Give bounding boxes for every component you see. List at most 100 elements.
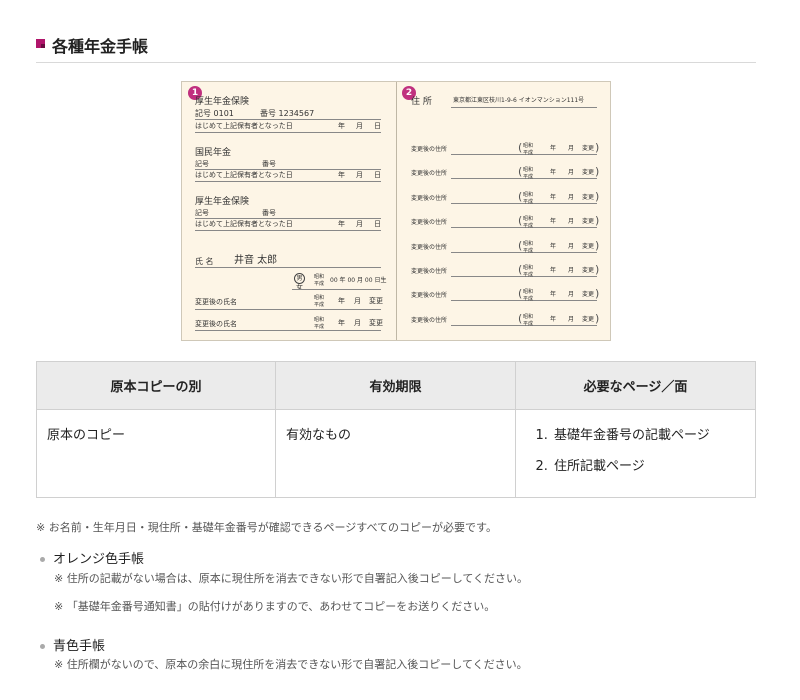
month-label: 月 <box>568 315 575 323</box>
era-showa: 昭和 <box>523 265 534 271</box>
month-label: 月 <box>568 242 575 250</box>
changed-address-label: 変更後の住所 <box>411 170 448 178</box>
address-value: 東京都江東区枝川1-9-6 イオンマンション111号 <box>453 97 585 104</box>
required-pages-list: 基礎年金番号の記載ページ 住所記載ページ <box>526 424 745 474</box>
paren-open: ( <box>518 189 523 203</box>
general-note: ※ お名前・生年月日・現住所・基礎年金番号が確認できるページすべてのコピーが必要… <box>36 521 497 534</box>
changed-address-label: 変更後の住所 <box>411 219 448 227</box>
pages-cell: 基礎年金番号の記載ページ 住所記載ページ <box>515 409 756 498</box>
table-header-row: 原本コピーの別 有効期限 必要なページ／面 <box>36 361 756 410</box>
change-label: 変更 <box>582 145 595 152</box>
changed-name-label: 変更後の氏名 <box>195 298 237 306</box>
changed-name-label: 変更後の氏名 <box>195 320 237 328</box>
paren-open: ( <box>518 287 523 301</box>
paren-open: ( <box>518 141 523 154</box>
paren-close: ) <box>595 238 600 252</box>
change-label: 変更 <box>582 193 595 201</box>
era-heisei: 平成 <box>523 223 534 230</box>
change-label: 変更 <box>582 218 595 226</box>
era-heisei: 平成 <box>523 174 534 181</box>
month-label: 月 <box>568 193 575 201</box>
era-showa: 昭和 <box>523 143 534 149</box>
era-showa: 昭和 <box>523 240 534 247</box>
year-label: 年 <box>550 169 557 177</box>
paren-close: ) <box>595 141 600 154</box>
change-label: 変更 <box>582 267 595 274</box>
change-label: 変更 <box>582 315 595 323</box>
pension-block-title: 国民年金 <box>195 148 232 158</box>
era-showa: 昭和 <box>523 167 534 174</box>
bullet-dot-icon <box>40 557 45 562</box>
era-heisei: 平成 <box>523 247 534 254</box>
table-row: 原本のコピー 有効なもの 基礎年金番号の記載ページ 住所記載ページ <box>36 409 756 498</box>
bullet-dot-icon <box>40 644 45 649</box>
booklet-spine <box>396 82 397 340</box>
pension-symbol: 記号 0101 <box>195 109 234 118</box>
requirements-table: 原本コピーの別 有効期限 必要なページ／面 原本のコピー 有効なもの 基礎年金番… <box>36 361 756 498</box>
paren-close: ) <box>595 263 600 276</box>
year-label: 年 <box>550 267 557 274</box>
column-header: 原本コピーの別 <box>36 361 276 410</box>
pension-number: 番号 1234567 <box>260 109 315 118</box>
paren-open: ( <box>518 165 523 179</box>
paren-close: ) <box>595 214 600 228</box>
era-heisei: 平成 <box>523 198 534 205</box>
era-heisei: 平成 <box>523 150 534 156</box>
era-heisei: 平成 <box>523 296 534 303</box>
section-header: 各種年金手帳 <box>36 30 756 63</box>
changed-address-label: 変更後の住所 <box>411 292 448 300</box>
year-label: 年 <box>550 218 557 226</box>
paren-open: ( <box>518 238 523 252</box>
era-heisei: 平成 <box>523 320 534 327</box>
changed-address-label: 変更後の住所 <box>411 316 448 324</box>
paren-open: ( <box>518 263 523 276</box>
list-item: 基礎年金番号の記載ページ <box>552 424 745 443</box>
era-showa: 昭和 <box>523 191 534 198</box>
month-label: 月 <box>568 169 575 177</box>
pension-block-title: 厚生年金保険 <box>195 197 250 207</box>
address-label: 住 所 <box>411 97 432 107</box>
year-label: 年 <box>550 315 557 323</box>
name-label: 氏 名 <box>195 257 214 266</box>
year-label: 年 <box>550 193 557 201</box>
changed-address-label: 変更後の住所 <box>411 146 448 153</box>
change-label: 変更 <box>582 242 595 250</box>
copy-type-cell: 原本のコピー <box>36 409 276 498</box>
month-label: 月 <box>568 267 575 274</box>
orange-booklet-item: オレンジ色手帳 <box>40 548 144 567</box>
month-label: 月 <box>568 145 575 152</box>
blue-booklet-item: 青色手帳 <box>40 635 105 654</box>
list-item: 住所記載ページ <box>552 455 745 474</box>
paren-close: ) <box>595 311 600 325</box>
change-label: 変更 <box>582 169 595 177</box>
year-label: 年 <box>550 145 557 152</box>
paren-close: ) <box>595 189 600 203</box>
orange-note-1: ※ 住所の記載がない場合は、原本に現住所を消去できない形で自署記入後コピーしてく… <box>54 572 529 585</box>
first-insured-label: はじめて上記保有者となった日 <box>195 122 293 130</box>
blue-booklet-title: 青色手帳 <box>53 639 106 654</box>
era-showa: 昭和 <box>523 289 534 296</box>
changed-address-label: 変更後の住所 <box>411 243 448 251</box>
validity-cell: 有効なもの <box>275 409 516 498</box>
square-bullet-icon <box>36 39 45 48</box>
changed-address-label: 変更後の住所 <box>411 268 448 275</box>
era-showa: 昭和 <box>523 216 534 223</box>
orange-note-2: ※ 「基礎年金番号通知書」の貼付けがありますので、あわせてコピーをお送りください… <box>54 600 496 613</box>
orange-booklet-title: オレンジ色手帳 <box>53 552 145 567</box>
era-showa: 昭和 <box>523 313 534 320</box>
pension-block-title: 厚生年金保険 <box>195 97 250 107</box>
year-label: 年 <box>550 242 557 250</box>
column-header: 必要なページ／面 <box>515 361 756 410</box>
column-header: 有効期限 <box>275 361 516 410</box>
changed-address-label: 変更後の住所 <box>411 194 448 202</box>
change-label: 変更 <box>582 291 595 299</box>
birthdate: 00 年 00 月 00 日生 <box>330 277 387 284</box>
paren-open: ( <box>518 311 523 325</box>
paren-open: ( <box>518 214 523 228</box>
year-label: 年 <box>550 291 557 299</box>
era-heisei: 平成 <box>523 272 534 278</box>
blue-note-1: ※ 住所欄がないので、原本の余白に現住所を消去できない形で自署記入後コピーしてく… <box>54 658 528 671</box>
paren-close: ) <box>595 287 600 301</box>
section-title: 各種年金手帳 <box>52 37 149 56</box>
month-label: 月 <box>568 218 575 226</box>
